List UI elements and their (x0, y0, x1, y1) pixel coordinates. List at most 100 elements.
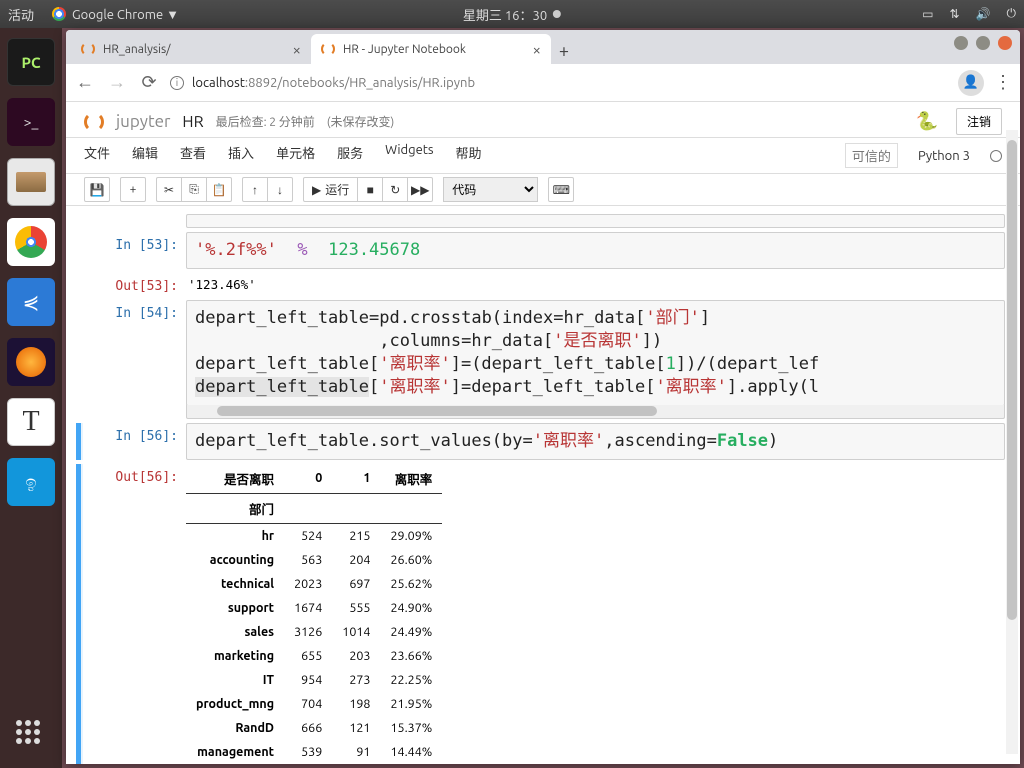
save-button[interactable]: 💾 (84, 177, 110, 202)
notebook-title[interactable]: HR (182, 113, 203, 131)
cell: 29.09% (380, 523, 442, 548)
close-window-button[interactable] (998, 36, 1012, 50)
menu-help[interactable]: 帮助 (456, 143, 482, 168)
site-info-icon[interactable]: i (170, 76, 184, 90)
horizontal-scrollbar[interactable] (186, 405, 1005, 419)
dock-firefox[interactable] (7, 338, 55, 386)
cell[interactable] (81, 214, 1005, 228)
maximize-button[interactable] (976, 36, 990, 50)
cell: 539 (284, 740, 332, 764)
network-icon[interactable]: ⇅ (949, 7, 959, 21)
last-checkpoint: 最后检查: 2 分钟前 (216, 113, 315, 130)
kernel-name[interactable]: Python 3 (918, 149, 970, 163)
cell: 273 (332, 668, 380, 692)
address-bar[interactable]: i localhost:8892/notebooks/HR_analysis/H… (170, 76, 948, 90)
chrome-icon (15, 226, 47, 258)
dock-files[interactable] (7, 158, 55, 206)
logout-button[interactable]: 注销 (956, 108, 1002, 135)
vertical-scrollbar[interactable] (1006, 130, 1018, 754)
row-label: hr (186, 523, 284, 548)
dock-vscode[interactable]: ⋞ (7, 278, 55, 326)
table-row: sales3126101424.49% (186, 620, 442, 644)
move-down-button[interactable]: ↓ (267, 177, 293, 202)
desktop: HR_analysis/ × HR - Jupyter Notebook × +… (62, 28, 1024, 768)
paste-button[interactable]: 📋 (206, 177, 232, 202)
menu-edit[interactable]: 编辑 (132, 143, 158, 168)
in-prompt: In [54]: (81, 300, 186, 419)
chrome-menu-button[interactable]: ⋮ (994, 72, 1012, 93)
col-header: 1 (332, 464, 380, 494)
table-row: management5399114.44% (186, 740, 442, 764)
dock: PC ⋞ T ඉ (0, 28, 62, 768)
dock-app-blue[interactable]: ඉ (7, 458, 55, 506)
restart-button[interactable]: ↻ (382, 177, 408, 202)
cell: 91 (332, 740, 380, 764)
tab-label: HR - Jupyter Notebook (343, 43, 466, 56)
dock-texteditor[interactable]: T (7, 398, 55, 446)
dock-pycharm[interactable]: PC (7, 38, 55, 86)
cell: 25.62% (380, 572, 442, 596)
col-header: 0 (284, 464, 332, 494)
window-controls (954, 36, 1012, 50)
restart-run-all-button[interactable]: ▶▶ (407, 177, 433, 202)
row-label: IT (186, 668, 284, 692)
tabstrip: HR_analysis/ × HR - Jupyter Notebook × + (66, 30, 1020, 64)
dock-terminal[interactable] (7, 98, 55, 146)
tab-0[interactable]: HR_analysis/ × (71, 34, 311, 64)
cell: 23.66% (380, 644, 442, 668)
profile-button[interactable]: 👤 (958, 70, 984, 96)
copy-button[interactable]: ⎘ (181, 177, 207, 202)
code-input[interactable]: '%.2f%%' % 123.45678 (186, 232, 1005, 269)
cell-53[interactable]: In [53]: '%.2f%%' % 123.45678 (81, 232, 1005, 269)
menu-services[interactable]: 服务 (337, 143, 363, 168)
cell: 1014 (332, 620, 380, 644)
cell-56[interactable]: In [56]: depart_left_table.sort_values(b… (76, 423, 1005, 460)
code-input[interactable]: depart_left_table.sort_values(by='离职率',a… (186, 423, 1005, 460)
col-header: 离职率 (380, 464, 442, 494)
sound-icon[interactable]: 🔊 (976, 7, 991, 21)
power-icon[interactable]: ⏻ (1007, 7, 1017, 21)
cells-container: In [53]: '%.2f%%' % 123.45678 Out[53]: '… (66, 206, 1020, 764)
menu-insert[interactable]: 插入 (228, 143, 254, 168)
jupyter-icon (81, 42, 95, 56)
menu-cell[interactable]: 单元格 (276, 143, 315, 168)
close-tab-icon[interactable]: × (293, 41, 301, 58)
code-input[interactable]: depart_left_table=pd.crosstab(index=hr_d… (186, 300, 1005, 406)
run-button[interactable]: ▶ 运行 (303, 177, 358, 202)
menu-view[interactable]: 查看 (180, 143, 206, 168)
scrollbar-thumb[interactable] (1007, 140, 1017, 620)
cell-type-select[interactable]: 代码 (443, 177, 538, 202)
unsaved-label: (未保存改变) (327, 113, 395, 130)
chrome-window: HR_analysis/ × HR - Jupyter Notebook × +… (66, 30, 1020, 764)
cell: 563 (284, 548, 332, 572)
cell: 204 (332, 548, 380, 572)
forward-button[interactable]: → (106, 72, 128, 93)
app-menu[interactable]: Google Chrome ▼ (52, 7, 179, 22)
dock-chrome[interactable] (7, 218, 55, 266)
reload-button[interactable]: ⟳ (138, 72, 160, 93)
row-label: technical (186, 572, 284, 596)
datetime[interactable]: 星期三 16：30 (463, 5, 561, 24)
cell-54[interactable]: In [54]: depart_left_table=pd.crosstab(i… (81, 300, 1005, 419)
command-palette-button[interactable]: ⌨ (548, 177, 574, 202)
scrollbar-thumb[interactable] (217, 406, 657, 416)
back-button[interactable]: ← (74, 72, 96, 93)
menu-widgets[interactable]: Widgets (385, 143, 433, 168)
interrupt-button[interactable]: ■ (357, 177, 383, 202)
battery-icon[interactable]: ▭ (922, 7, 933, 21)
trusted-label[interactable]: 可信的 (845, 143, 898, 168)
cut-button[interactable]: ✂ (156, 177, 182, 202)
tab-1[interactable]: HR - Jupyter Notebook × (311, 34, 551, 64)
cell: 704 (284, 692, 332, 716)
show-applications[interactable] (16, 720, 46, 750)
menu-file[interactable]: 文件 (84, 143, 110, 168)
python-icon: 🐍 (916, 111, 938, 132)
table-row: hr52421529.09% (186, 523, 442, 548)
close-tab-icon[interactable]: × (533, 41, 541, 58)
move-up-button[interactable]: ↑ (242, 177, 268, 202)
notebook-area: jupyter HR 最后检查: 2 分钟前 (未保存改变) 🐍 注销 文件 编… (66, 102, 1020, 764)
activities-button[interactable]: 活动 (8, 5, 34, 24)
minimize-button[interactable] (954, 36, 968, 50)
insert-cell-button[interactable]: + (120, 177, 146, 202)
new-tab-button[interactable]: + (551, 38, 577, 64)
